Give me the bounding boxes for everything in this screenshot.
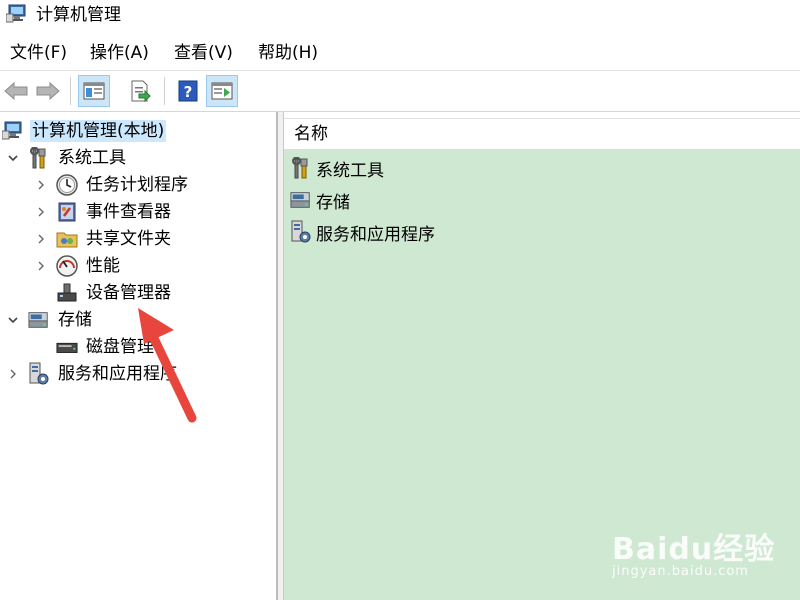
show-hide-action-pane-icon (211, 82, 233, 100)
menu-bar: 文件(F) 操作(A) 查看(V) 帮助(H) (0, 38, 800, 68)
tree-item-computer-management-local[interactable]: 计算机管理(本地) (2, 118, 167, 144)
performance-icon (56, 255, 78, 277)
show-hide-console-tree-icon (83, 82, 105, 100)
tree-item-label: 任务计划程序 (86, 175, 188, 195)
disk-icon (56, 336, 78, 358)
list-item-storage[interactable]: 存储 (290, 186, 350, 214)
chevron-right-icon[interactable] (34, 259, 48, 273)
tree-item-performance[interactable]: 性能 (34, 253, 122, 279)
list-item-system-tools[interactable]: 系统工具 (290, 154, 384, 182)
computer-management-icon (2, 120, 24, 142)
tree-item-storage[interactable]: 存储 (6, 307, 94, 333)
list-item-label: 存储 (316, 192, 350, 213)
baidu-jingyan-watermark: Baidu经验 jingyan.baidu.com (612, 514, 792, 586)
watermark-url: jingyan.baidu.com (612, 564, 749, 579)
tree-item-label: 计算机管理(本地) (30, 120, 167, 142)
storage-icon (290, 189, 312, 211)
tree-item-label: 系统工具 (58, 148, 126, 168)
computer-management-icon (6, 4, 26, 23)
tree-item-event-viewer[interactable]: 事件查看器 (34, 199, 173, 225)
tree-item-task-scheduler[interactable]: 任务计划程序 (34, 172, 190, 198)
clock-icon (56, 174, 78, 196)
column-header-label: 名称 (294, 124, 328, 144)
menu-view[interactable]: 查看(V) (174, 42, 233, 64)
tree-item-system-tools[interactable]: 系统工具 (6, 145, 128, 171)
event-viewer-icon (56, 201, 78, 223)
export-list-button[interactable] (124, 75, 156, 107)
toolbar: ? (0, 70, 800, 112)
forward-arrow-icon (36, 81, 60, 101)
svg-text:?: ? (184, 83, 193, 101)
back-arrow-icon (4, 81, 28, 101)
list-item-services-and-applications[interactable]: 服务和应用程序 (290, 218, 435, 246)
chevron-right-icon[interactable] (6, 367, 20, 381)
chevron-down-icon[interactable] (6, 151, 20, 165)
window-title: 计算机管理 (36, 5, 121, 25)
system-tools-icon (28, 147, 50, 169)
tree-item-label: 共享文件夹 (86, 229, 171, 249)
tree-item-label: 事件查看器 (86, 202, 171, 222)
title-bar: 计算机管理 (0, 0, 800, 32)
chevron-right-icon[interactable] (34, 205, 48, 219)
watermark-logo-text: Baidu经验 (612, 532, 776, 567)
services-icon (28, 362, 50, 385)
help-button[interactable]: ? (172, 75, 204, 107)
column-header-name[interactable]: 名称 (284, 118, 800, 150)
services-icon (290, 220, 312, 243)
tree-item-label: 存储 (58, 310, 92, 330)
menu-file[interactable]: 文件(F) (10, 42, 67, 64)
toolbar-separator (70, 77, 71, 105)
list-item-label: 系统工具 (316, 160, 384, 181)
chevron-right-icon[interactable] (34, 178, 48, 192)
tree-item-shared-folders[interactable]: 共享文件夹 (34, 226, 173, 252)
menu-action[interactable]: 操作(A) (90, 42, 149, 64)
list-item-label: 服务和应用程序 (316, 224, 435, 245)
chevron-down-icon[interactable] (6, 313, 20, 327)
shared-folder-icon (56, 228, 78, 250)
storage-icon (28, 309, 50, 331)
export-list-icon (131, 80, 151, 102)
toolbar-separator (164, 77, 165, 105)
red-arrow-annotation (138, 308, 197, 423)
device-manager-icon (56, 282, 78, 304)
forward-button[interactable] (32, 75, 64, 107)
tree-item-label: 性能 (86, 256, 120, 276)
show-hide-action-pane-button[interactable] (206, 75, 238, 107)
help-icon: ? (178, 80, 198, 102)
system-tools-icon (290, 157, 312, 179)
chevron-right-icon[interactable] (34, 232, 48, 246)
back-button[interactable] (0, 75, 32, 107)
menu-help[interactable]: 帮助(H) (258, 42, 318, 64)
show-hide-console-tree-button[interactable] (78, 75, 110, 107)
